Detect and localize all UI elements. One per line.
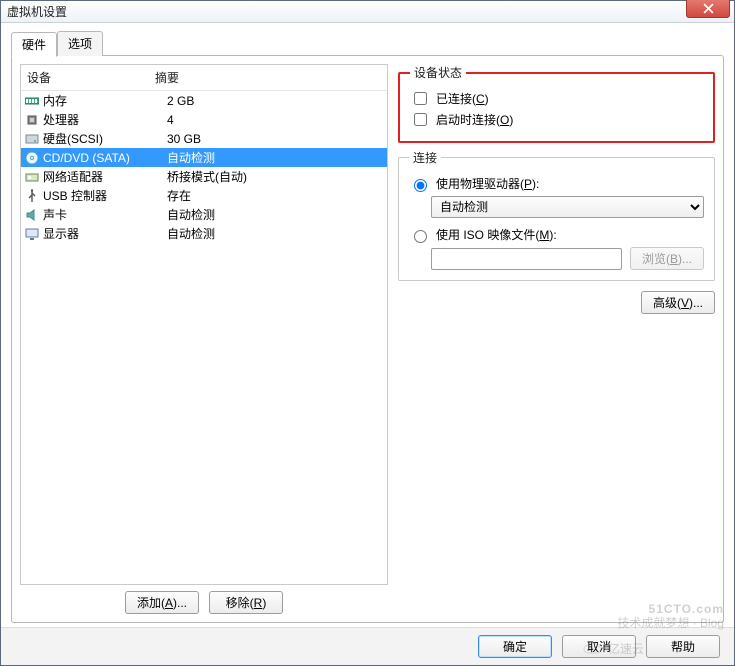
- iso-label: 使用 ISO 映像文件(M):: [436, 226, 557, 243]
- tab-hardware[interactable]: 硬件: [11, 32, 57, 57]
- physical-drive-label: 使用物理驱动器(P):: [436, 175, 539, 192]
- cd-icon: [23, 150, 41, 166]
- device-summary: 4: [167, 113, 385, 127]
- device-summary: 自动检测: [167, 149, 385, 166]
- window-title: 虚拟机设置: [7, 3, 67, 20]
- summary-col-header: 摘要: [155, 69, 179, 86]
- browse-label: 浏览(B)...: [642, 252, 692, 266]
- iso-radio-row[interactable]: 使用 ISO 映像文件(M):: [409, 226, 704, 243]
- connect-at-poweron-checkbox[interactable]: [414, 113, 427, 126]
- device-summary: 自动检测: [167, 225, 385, 242]
- device-row[interactable]: 声卡自动检测: [21, 205, 387, 224]
- device-col-header: 设备: [27, 69, 155, 86]
- device-name: CD/DVD (SATA): [43, 151, 167, 165]
- settings-pane: 设备状态 已连接(C) 启动时连接(O) 连接: [398, 64, 715, 614]
- cancel-button[interactable]: 取消: [562, 635, 636, 658]
- device-summary: 桥接模式(自动): [167, 168, 385, 185]
- hdd-icon: [23, 131, 41, 147]
- tab-options[interactable]: 选项: [57, 31, 103, 56]
- physical-drive-radio[interactable]: [414, 179, 427, 192]
- device-status-group: 设备状态 已连接(C) 启动时连接(O): [398, 64, 715, 143]
- device-row[interactable]: 处理器4: [21, 110, 387, 129]
- content-area: 硬件 选项 设备 摘要 内存2 GB处理器4硬盘(SCSI)30 GBCD/DV…: [1, 23, 734, 627]
- browse-button[interactable]: 浏览(B)...: [630, 247, 704, 270]
- device-row[interactable]: 显示器自动检测: [21, 224, 387, 243]
- help-button[interactable]: 帮助: [646, 635, 720, 658]
- device-list-header: 设备 摘要: [20, 64, 388, 91]
- device-name: 硬盘(SCSI): [43, 130, 167, 147]
- device-summary: 存在: [167, 187, 385, 204]
- vm-settings-window: 虚拟机设置 硬件 选项 设备 摘要 内存2 GB处理器4硬盘(SCSI)30: [0, 0, 735, 666]
- iso-radio[interactable]: [414, 230, 427, 243]
- connected-checkbox[interactable]: [414, 92, 427, 105]
- tab-container: 硬件 选项 设备 摘要 内存2 GB处理器4硬盘(SCSI)30 GBCD/DV…: [11, 31, 724, 619]
- connect-at-poweron-label: 启动时连接(O): [436, 111, 513, 128]
- close-icon: [703, 3, 714, 14]
- device-summary: 2 GB: [167, 94, 385, 108]
- device-name: 网络适配器: [43, 168, 167, 185]
- advanced-button[interactable]: 高级(V)...: [641, 291, 715, 314]
- connection-legend: 连接: [409, 149, 441, 166]
- ok-button[interactable]: 确定: [478, 635, 552, 658]
- tab-body-hardware: 设备 摘要 内存2 GB处理器4硬盘(SCSI)30 GBCD/DVD (SAT…: [11, 55, 724, 623]
- connection-group: 连接 使用物理驱动器(P): 自动检测 使用 ISO 映像文件: [398, 149, 715, 281]
- device-row[interactable]: 网络适配器桥接模式(自动): [21, 167, 387, 186]
- device-row[interactable]: 内存2 GB: [21, 91, 387, 110]
- physical-drive-radio-row[interactable]: 使用物理驱动器(P):: [409, 175, 704, 192]
- connected-label: 已连接(C): [436, 90, 489, 107]
- device-name: 显示器: [43, 225, 167, 242]
- device-name: 声卡: [43, 206, 167, 223]
- iso-path-input[interactable]: [431, 248, 622, 270]
- device-status-legend: 设备状态: [410, 64, 466, 81]
- dialog-footer: 确定 取消 帮助: [1, 627, 734, 665]
- display-icon: [23, 226, 41, 242]
- connected-checkbox-row[interactable]: 已连接(C): [410, 89, 703, 108]
- device-name: 处理器: [43, 111, 167, 128]
- device-row[interactable]: USB 控制器存在: [21, 186, 387, 205]
- device-row[interactable]: CD/DVD (SATA)自动检测: [21, 148, 387, 167]
- memory-icon: [23, 93, 41, 109]
- physical-drive-select[interactable]: 自动检测: [431, 196, 704, 218]
- device-list[interactable]: 内存2 GB处理器4硬盘(SCSI)30 GBCD/DVD (SATA)自动检测…: [20, 91, 388, 585]
- nic-icon: [23, 169, 41, 185]
- device-name: 内存: [43, 92, 167, 109]
- device-name: USB 控制器: [43, 187, 167, 204]
- cpu-icon: [23, 112, 41, 128]
- connect-at-poweron-row[interactable]: 启动时连接(O): [410, 110, 703, 129]
- remove-button[interactable]: 移除(R): [209, 591, 283, 614]
- advanced-label: 高级(V)...: [653, 296, 703, 310]
- device-summary: 30 GB: [167, 132, 385, 146]
- titlebar: 虚拟机设置: [1, 1, 734, 23]
- device-pane: 设备 摘要 内存2 GB处理器4硬盘(SCSI)30 GBCD/DVD (SAT…: [20, 64, 388, 614]
- usb-icon: [23, 188, 41, 204]
- sound-icon: [23, 207, 41, 223]
- window-close-button[interactable]: [686, 0, 730, 18]
- device-summary: 自动检测: [167, 206, 385, 223]
- add-button[interactable]: 添加(A)...: [125, 591, 199, 614]
- device-row[interactable]: 硬盘(SCSI)30 GB: [21, 129, 387, 148]
